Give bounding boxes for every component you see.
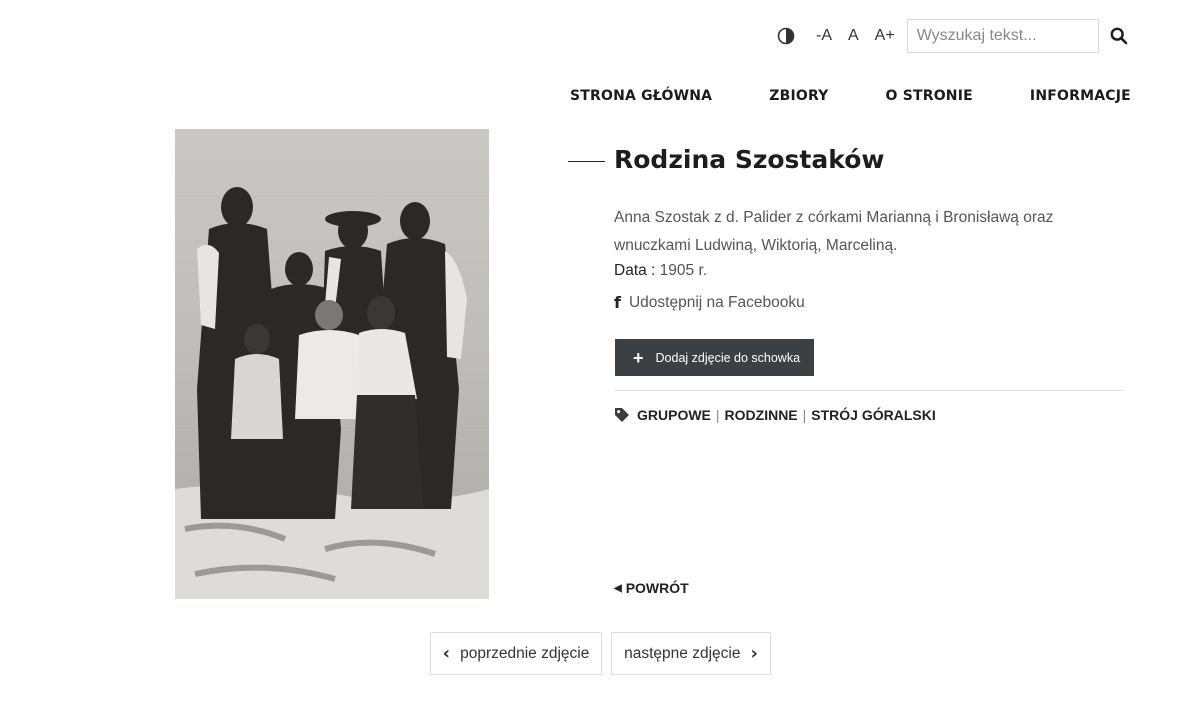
next-photo-label: następne zdjęcie [624,644,741,662]
facebook-icon: f [614,293,621,312]
search-input[interactable] [906,19,1099,53]
accessibility-toolbar: -A A A+ [776,18,1139,54]
tag-link[interactable]: GRUPOWE [637,407,711,423]
date-label: Data : [614,262,656,279]
chevron-left-icon: ‹ [442,643,451,664]
photo-date: Data : 1905 r. [614,262,707,280]
divider [614,390,1124,391]
nav-item-information[interactable]: INFORMACJE [1030,88,1131,104]
nav-item-about[interactable]: O STRONIE [886,88,973,104]
previous-photo-button[interactable]: ‹ poprzednie zdjęcie [430,632,602,675]
title-decoration-line [568,161,605,162]
back-label: POWRÓT [625,580,689,596]
chevron-right-icon: › [750,643,758,664]
caret-left-icon: ◀ [614,582,622,594]
tag-link[interactable]: STRÓJ GÓRALSKI [811,407,935,423]
historical-photo[interactable] [175,129,489,599]
font-normal-button[interactable]: A [848,27,859,45]
share-label: Udostępnij na Facebooku [628,293,805,311]
page-title: Rodzina Szostaków [614,145,885,174]
tag-icon [615,408,629,422]
tag-separator: | [715,407,720,423]
main-nav: STRONA GŁÓWNA ZBIORY O STRONIE INFORMACJ… [570,88,1131,104]
tag-separator: | [802,407,807,423]
add-to-clipboard-button[interactable]: + Dodaj zdjęcie do schowka [615,339,814,376]
photo-description: Anna Szostak z d. Palider z córkami Mari… [614,209,1054,254]
back-link[interactable]: ◀ POWRÓT [614,580,689,596]
nav-item-collections[interactable]: ZBIORY [769,88,828,104]
date-value: 1905 r. [655,262,708,279]
font-smaller-button[interactable]: -A [816,27,832,45]
share-facebook-link[interactable]: f Udostępnij na Facebooku [614,293,805,312]
tag-link[interactable]: RODZINNE [725,407,798,423]
font-larger-button[interactable]: A+ [875,27,895,45]
next-photo-button[interactable]: następne zdjęcie › [611,632,771,675]
previous-photo-label: poprzednie zdjęcie [460,644,590,662]
tag-list: GRUPOWE | RODZINNE | STRÓJ GÓRALSKI [614,407,936,423]
nav-item-home[interactable]: STRONA GŁÓWNA [570,88,712,104]
plus-icon: + [633,347,644,368]
contrast-toggle-icon[interactable] [776,26,796,46]
search-icon[interactable] [1099,19,1139,53]
add-button-label: Dodaj zdjęcie do schowka [655,350,801,365]
